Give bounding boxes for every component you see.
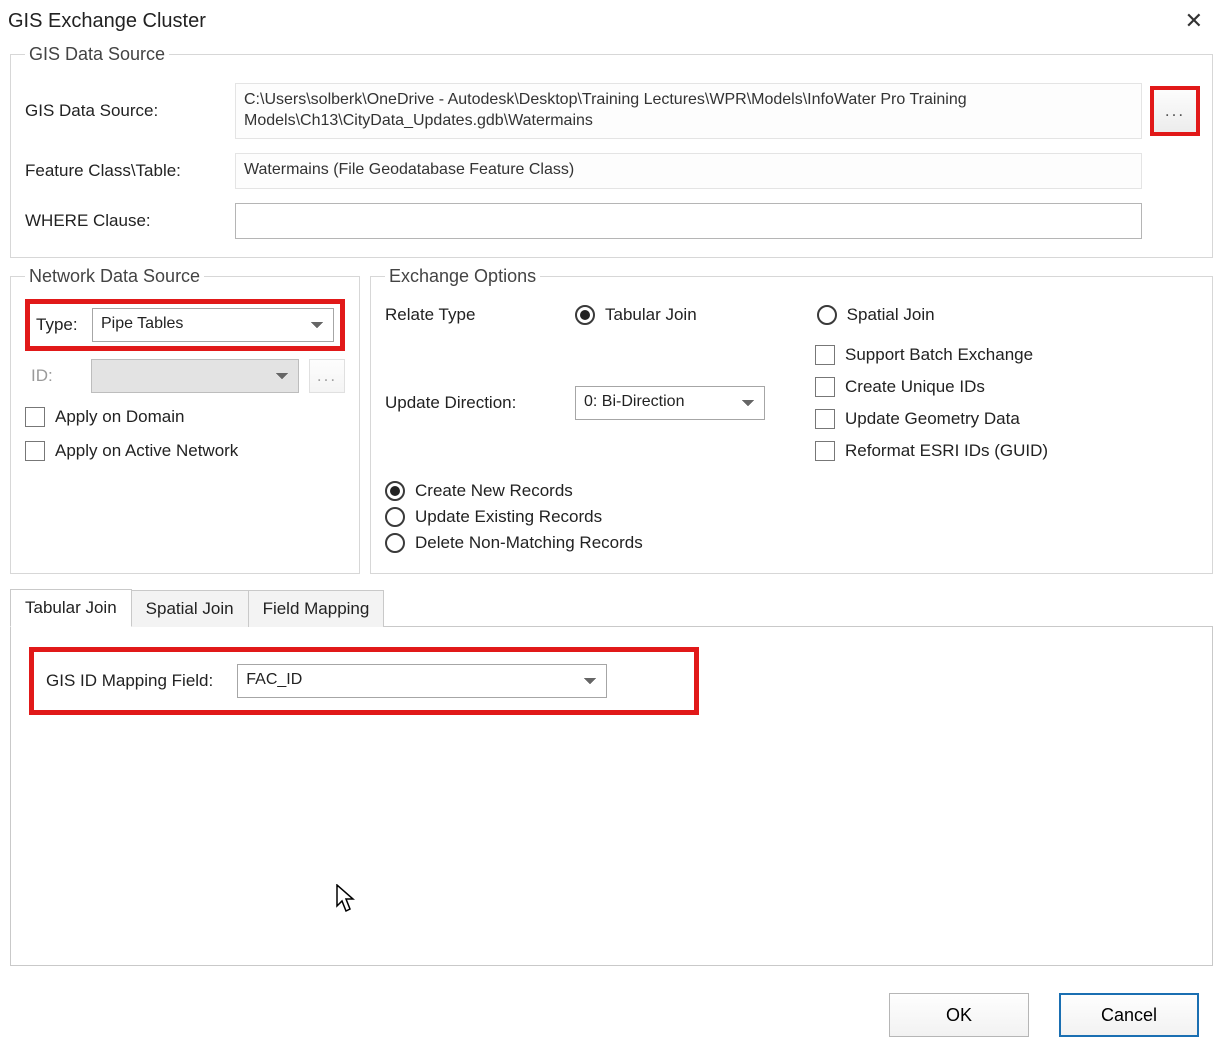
gis-data-source-label: GIS Data Source: (25, 101, 225, 121)
where-clause-label: WHERE Clause: (25, 211, 225, 231)
apply-domain-label: Apply on Domain (55, 407, 184, 427)
tabular-join-panel: GIS ID Mapping Field: FAC_ID (10, 626, 1213, 966)
radio-icon (575, 305, 595, 325)
tabs-strip: Tabular Join Spatial Join Field Mapping (10, 588, 1213, 626)
gis-data-source-group: GIS Data Source GIS Data Source: C:\User… (10, 44, 1213, 258)
ellipsis-icon: ... (317, 366, 337, 386)
reformat-esri-checkbox[interactable] (815, 441, 835, 461)
update-direction-select[interactable]: 0: Bi-Direction (575, 386, 765, 420)
radio-icon (385, 507, 405, 527)
radio-icon (817, 305, 837, 325)
create-new-records-label: Create New Records (415, 481, 573, 501)
apply-domain-checkbox[interactable] (25, 407, 45, 427)
content-area: GIS Data Source GIS Data Source: C:\User… (0, 36, 1223, 966)
window-title: GIS Exchange Cluster (8, 10, 206, 33)
cancel-button[interactable]: Cancel (1059, 993, 1199, 1037)
gis-id-mapping-select[interactable]: FAC_ID (237, 664, 607, 698)
browse-id-button: ... (309, 359, 345, 393)
relate-tabular-label: Tabular Join (605, 305, 697, 325)
feature-class-value[interactable]: Watermains (File Geodatabase Feature Cla… (235, 153, 1142, 189)
support-batch-label: Support Batch Exchange (845, 345, 1033, 365)
update-geometry-checkbox[interactable] (815, 409, 835, 429)
gis-data-source-value[interactable]: C:\Users\solberk\OneDrive - Autodesk\Des… (235, 83, 1142, 139)
type-label: Type: (36, 315, 82, 335)
gis-data-source-legend: GIS Data Source (25, 44, 169, 65)
ellipsis-icon: ... (1165, 101, 1185, 121)
create-unique-ids-checkbox[interactable] (815, 377, 835, 397)
type-select[interactable]: Pipe Tables (92, 308, 334, 342)
create-unique-ids-label: Create Unique IDs (845, 377, 985, 397)
tab-tabular-join[interactable]: Tabular Join (10, 589, 132, 627)
update-geometry-label: Update Geometry Data (845, 409, 1020, 429)
reformat-esri-label: Reformat ESRI IDs (GUID) (845, 441, 1048, 461)
exchange-options-group: Exchange Options Relate Type Tabular Joi… (370, 266, 1213, 574)
gis-id-mapping-label: GIS ID Mapping Field: (46, 671, 213, 691)
apply-active-network-label: Apply on Active Network (55, 441, 238, 461)
id-label: ID: (31, 366, 81, 386)
exchange-options-legend: Exchange Options (385, 266, 540, 287)
ok-button[interactable]: OK (889, 993, 1029, 1037)
feature-class-label: Feature Class\Table: (25, 161, 225, 181)
update-existing-records-label: Update Existing Records (415, 507, 602, 527)
dialog-window: GIS Exchange Cluster ✕ GIS Data Source G… (0, 0, 1223, 1055)
relate-tabular-option[interactable]: Tabular Join (575, 305, 697, 325)
id-select (91, 359, 299, 393)
relate-spatial-option[interactable]: Spatial Join (817, 305, 935, 325)
support-batch-checkbox[interactable] (815, 345, 835, 365)
close-icon[interactable]: ✕ (1175, 6, 1213, 36)
tab-field-mapping[interactable]: Field Mapping (249, 590, 385, 627)
network-data-source-legend: Network Data Source (25, 266, 204, 287)
apply-active-network-checkbox[interactable] (25, 441, 45, 461)
relate-spatial-label: Spatial Join (847, 305, 935, 325)
tab-spatial-join[interactable]: Spatial Join (132, 590, 249, 627)
dialog-footer: OK Cancel (889, 993, 1199, 1037)
titlebar: GIS Exchange Cluster ✕ (0, 0, 1223, 36)
relate-type-label: Relate Type (385, 305, 565, 325)
update-direction-label: Update Direction: (385, 393, 565, 413)
type-highlight: Type: Pipe Tables (25, 299, 345, 351)
radio-icon (385, 533, 405, 553)
radio-icon (385, 481, 405, 501)
update-existing-records-option[interactable]: Update Existing Records (385, 507, 805, 527)
delete-nonmatching-records-option[interactable]: Delete Non-Matching Records (385, 533, 805, 553)
delete-nonmatching-records-label: Delete Non-Matching Records (415, 533, 643, 553)
where-clause-input[interactable] (235, 203, 1142, 239)
browse-gis-source-button[interactable]: ... (1152, 88, 1198, 134)
gis-id-mapping-highlight: GIS ID Mapping Field: FAC_ID (29, 647, 699, 715)
network-data-source-group: Network Data Source Type: Pipe Tables ID… (10, 266, 360, 574)
create-new-records-option[interactable]: Create New Records (385, 481, 805, 501)
